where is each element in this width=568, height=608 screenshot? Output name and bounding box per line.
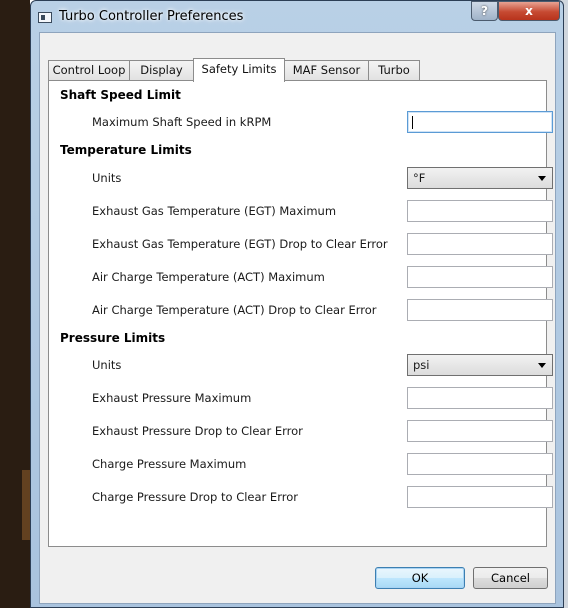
close-button[interactable]: x <box>498 1 560 21</box>
act-max-label: Air Charge Temperature (ACT) Maximum <box>92 270 325 284</box>
app-window-icon <box>38 12 52 23</box>
act-drop-label: Air Charge Temperature (ACT) Drop to Cle… <box>92 303 377 317</box>
tab-safety-limits[interactable]: Safety Limits <box>193 58 285 82</box>
max-shaft-speed-label: Maximum Shaft Speed in kRPM <box>92 115 272 129</box>
egt-max-input[interactable] <box>407 200 553 222</box>
temperature-units-label: Units <box>92 171 122 185</box>
desktop-decoration <box>22 470 30 540</box>
desktop-background <box>0 0 30 608</box>
charge-pressure-drop-input[interactable] <box>407 486 553 508</box>
charge-pressure-max-input[interactable] <box>407 453 553 475</box>
exhaust-pressure-drop-label: Exhaust Pressure Drop to Clear Error <box>92 424 303 438</box>
temperature-units-select[interactable]: °F <box>407 167 553 189</box>
charge-pressure-drop-label: Charge Pressure Drop to Clear Error <box>92 490 298 504</box>
safety-limits-panel: Shaft Speed Limit Maximum Shaft Speed in… <box>48 80 553 547</box>
dialog-client-area: Control Loop Display Safety Limits MAF S… <box>39 32 556 604</box>
act-drop-input[interactable] <box>407 299 553 321</box>
cancel-button[interactable]: Cancel <box>473 567 548 589</box>
tab-display[interactable]: Display <box>129 60 194 81</box>
pressure-units-select[interactable]: psi <box>407 354 553 376</box>
tab-maf-sensor[interactable]: MAF Sensor <box>284 60 369 81</box>
pressure-units-label: Units <box>92 358 122 372</box>
exhaust-pressure-max-input[interactable] <box>407 387 553 409</box>
chevron-down-icon <box>538 363 546 368</box>
text-caret <box>412 116 413 129</box>
ok-button[interactable]: OK <box>375 567 465 589</box>
exhaust-pressure-drop-input[interactable] <box>407 420 553 442</box>
egt-max-label: Exhaust Gas Temperature (EGT) Maximum <box>92 204 337 218</box>
preferences-dialog: Turbo Controller Preferences ? x Control… <box>30 0 564 608</box>
charge-pressure-max-label: Charge Pressure Maximum <box>92 457 247 471</box>
temperature-section-title: Temperature Limits <box>60 143 192 157</box>
tab-control-loop[interactable]: Control Loop <box>48 60 130 81</box>
tab-turbo[interactable]: Turbo <box>368 60 420 81</box>
max-shaft-speed-input[interactable] <box>407 111 553 133</box>
act-max-input[interactable] <box>407 266 553 288</box>
title-bar[interactable]: Turbo Controller Preferences ? x <box>31 1 563 31</box>
shaft-speed-section-title: Shaft Speed Limit <box>60 88 181 102</box>
pressure-units-value: psi <box>413 358 430 372</box>
chevron-down-icon <box>538 176 546 181</box>
exhaust-pressure-max-label: Exhaust Pressure Maximum <box>92 391 252 405</box>
egt-drop-label: Exhaust Gas Temperature (EGT) Drop to Cl… <box>92 237 388 251</box>
egt-drop-input[interactable] <box>407 233 553 255</box>
window-title: Turbo Controller Preferences <box>59 9 244 24</box>
pressure-section-title: Pressure Limits <box>60 331 166 345</box>
help-button[interactable]: ? <box>471 1 498 21</box>
temperature-units-value: °F <box>413 171 426 185</box>
